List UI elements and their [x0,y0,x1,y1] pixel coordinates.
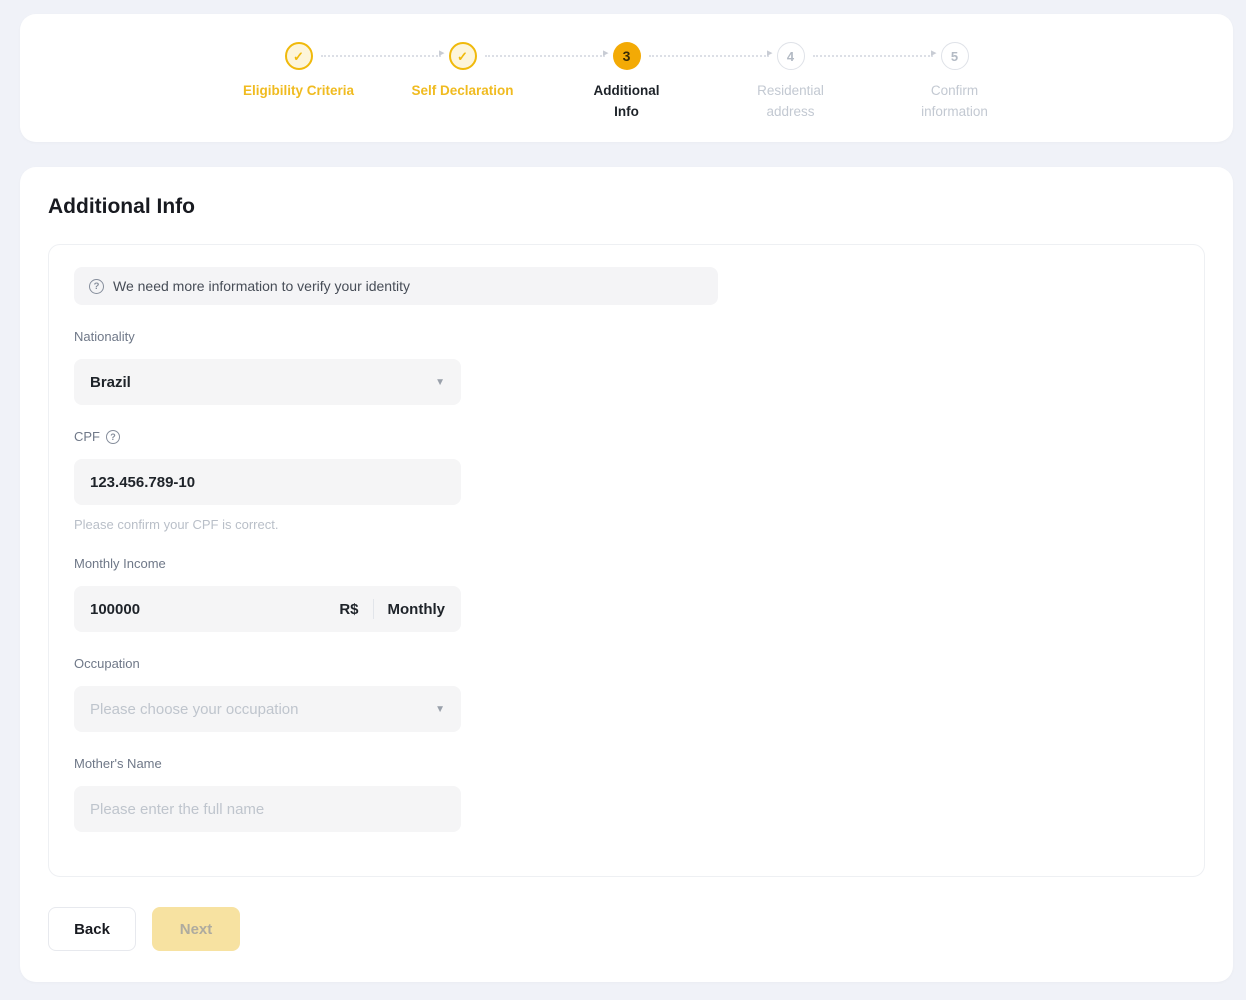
step-label: Confirm information [921,81,988,123]
period-suffix: Monthly [388,601,446,618]
currency-suffix: R$ [339,601,358,618]
form-panel: ? We need more information to verify you… [48,244,1205,877]
cpf-help-icon[interactable]: ? [106,430,120,444]
connector-arrow-icon: ▸ [931,48,937,59]
step-number-badge: 3 [613,42,641,70]
step-connector: ▸ [485,55,605,57]
label-text: Nationality [74,329,135,344]
step-label: Residential address [757,81,824,123]
next-button[interactable]: Next [152,907,240,951]
mothers-name-label: Mother's Name [74,756,461,771]
step-label: Eligibility Criteria [243,81,354,102]
step-number-badge: 5 [941,42,969,70]
question-circle-icon: ? [89,279,104,294]
stepper-card: ✓ Eligibility Criteria ✓ Self Declaratio… [20,14,1233,142]
step-complete-icon: ✓ [285,42,313,70]
additional-info-card: Additional Info ? We need more informati… [20,167,1233,982]
cpf-hint: Please confirm your CPF is correct. [74,517,461,532]
monthly-income-label: Monthly Income [74,556,461,571]
back-button[interactable]: Back [48,907,136,951]
monthly-income-input[interactable] [90,601,339,618]
kyc-stepper: ✓ Eligibility Criteria ✓ Self Declaratio… [217,42,1037,142]
mothers-name-input[interactable] [90,801,445,818]
page-title: Additional Info [48,195,1205,219]
nationality-label: Nationality [74,329,461,344]
nationality-field-group: Nationality Brazil ▼ [74,329,461,405]
step-connector: ▸ [813,55,933,57]
connector-arrow-icon: ▸ [767,48,773,59]
nationality-selected-value: Brazil [90,374,131,391]
mothers-name-field-group: Mother's Name [74,756,461,832]
monthly-income-input-box: R$ Monthly [74,586,461,632]
occupation-placeholder: Please choose your occupation [90,701,298,718]
step-number-badge: 4 [777,42,805,70]
nationality-select[interactable]: Brazil ▼ [74,359,461,405]
chevron-down-icon: ▼ [435,377,445,388]
mothers-name-input-box [74,786,461,832]
button-row: Back Next [48,907,1205,951]
suffix-divider [373,599,374,619]
cpf-label: CPF ? [74,429,461,444]
occupation-field-group: Occupation Please choose your occupation… [74,656,461,732]
cpf-input[interactable] [90,474,445,491]
connector-arrow-icon: ▸ [603,48,609,59]
connector-arrow-icon: ▸ [439,48,445,59]
chevron-down-icon: ▼ [435,704,445,715]
step-connector: ▸ [649,55,769,57]
occupation-label: Occupation [74,656,461,671]
banner-text: We need more information to verify your … [113,278,410,294]
label-text: CPF [74,429,100,444]
identity-info-banner: ? We need more information to verify you… [74,267,718,305]
occupation-select[interactable]: Please choose your occupation ▼ [74,686,461,732]
cpf-input-box [74,459,461,505]
step-complete-icon: ✓ [449,42,477,70]
step-connector: ▸ [321,55,441,57]
monthly-income-field-group: Monthly Income R$ Monthly [74,556,461,632]
step-label: Additional Info [594,81,660,123]
label-text: Mother's Name [74,756,162,771]
step-label: Self Declaration [411,81,513,102]
label-text: Occupation [74,656,140,671]
cpf-field-group: CPF ? Please confirm your CPF is correct… [74,429,461,532]
label-text: Monthly Income [74,556,166,571]
